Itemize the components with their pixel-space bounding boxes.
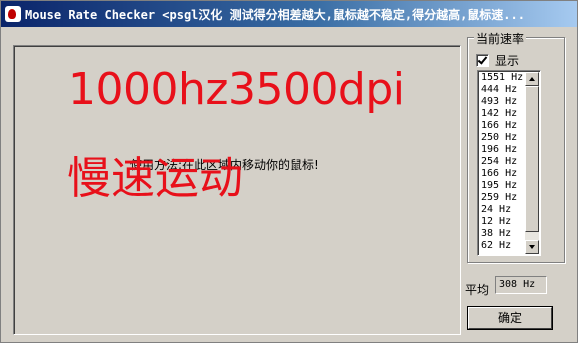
- rate-list-item[interactable]: 62 Hz: [481, 240, 527, 252]
- rate-list-items: 1551 Hz 444 Hz 493 Hz 142 Hz 166 Hz 250 Hz 196…: [481, 72, 527, 252]
- rate-list-item[interactable]: 250 Hz: [481, 132, 527, 144]
- rate-list-item[interactable]: 38 Hz: [481, 228, 527, 240]
- window-title: Mouse Rate Checker <psgl汉化 测试得分相差越大,鼠标越不…: [25, 7, 525, 22]
- rate-list-item[interactable]: 444 Hz: [481, 84, 527, 96]
- rate-list-item[interactable]: 1551 Hz: [481, 72, 527, 84]
- show-checkbox-label: 显示: [495, 54, 520, 68]
- ok-button[interactable]: 确定: [467, 306, 553, 330]
- rate-list-item[interactable]: 166 Hz: [481, 168, 527, 180]
- app-window: Mouse Rate Checker <psgl汉化 测试得分相差越大,鼠标越不…: [0, 0, 578, 343]
- show-toggle[interactable]: 显示: [476, 52, 519, 69]
- overlay-dpi-text: 1000hz3500dpi: [68, 64, 405, 115]
- show-checkbox[interactable]: [476, 54, 489, 67]
- rate-listbox[interactable]: 1551 Hz 444 Hz 493 Hz 142 Hz 166 Hz 250 Hz 196…: [477, 70, 541, 256]
- title-bar[interactable]: Mouse Rate Checker <psgl汉化 测试得分相差越大,鼠标越不…: [1, 1, 577, 27]
- overlay-slow-motion-text: 慢速运动: [67, 153, 243, 204]
- average-label: 平均: [465, 283, 490, 297]
- rate-list-item[interactable]: 142 Hz: [481, 108, 527, 120]
- average-value-field: 308 Hz: [495, 276, 547, 294]
- current-rate-group: 当前速率 显示 1551 Hz 444 Hz 493 Hz 142 Hz 166 Hz 2…: [467, 30, 565, 263]
- rate-list-item[interactable]: 166 Hz: [481, 120, 527, 132]
- rate-list-item[interactable]: 493 Hz: [481, 96, 527, 108]
- mouse-test-area[interactable]: 使用方法:在此区域内移动你的鼠标! 1000hz3500dpi 慢速运动: [13, 45, 461, 335]
- rate-list-item[interactable]: 196 Hz: [481, 144, 527, 156]
- mouse-app-icon[interactable]: [5, 6, 21, 22]
- scroll-up-arrow-icon[interactable]: [525, 72, 539, 86]
- current-rate-label: 当前速率: [474, 30, 527, 47]
- scrollbar-thumb[interactable]: [525, 86, 539, 232]
- rate-list-scrollbar[interactable]: [525, 72, 539, 254]
- rate-list-item[interactable]: 12 Hz: [481, 216, 527, 228]
- rate-list-item[interactable]: 259 Hz: [481, 192, 527, 204]
- rate-list-item[interactable]: 195 Hz: [481, 180, 527, 192]
- rate-list-item[interactable]: 24 Hz: [481, 204, 527, 216]
- rate-list-item[interactable]: 254 Hz: [481, 156, 527, 168]
- scroll-down-arrow-icon[interactable]: [525, 240, 539, 254]
